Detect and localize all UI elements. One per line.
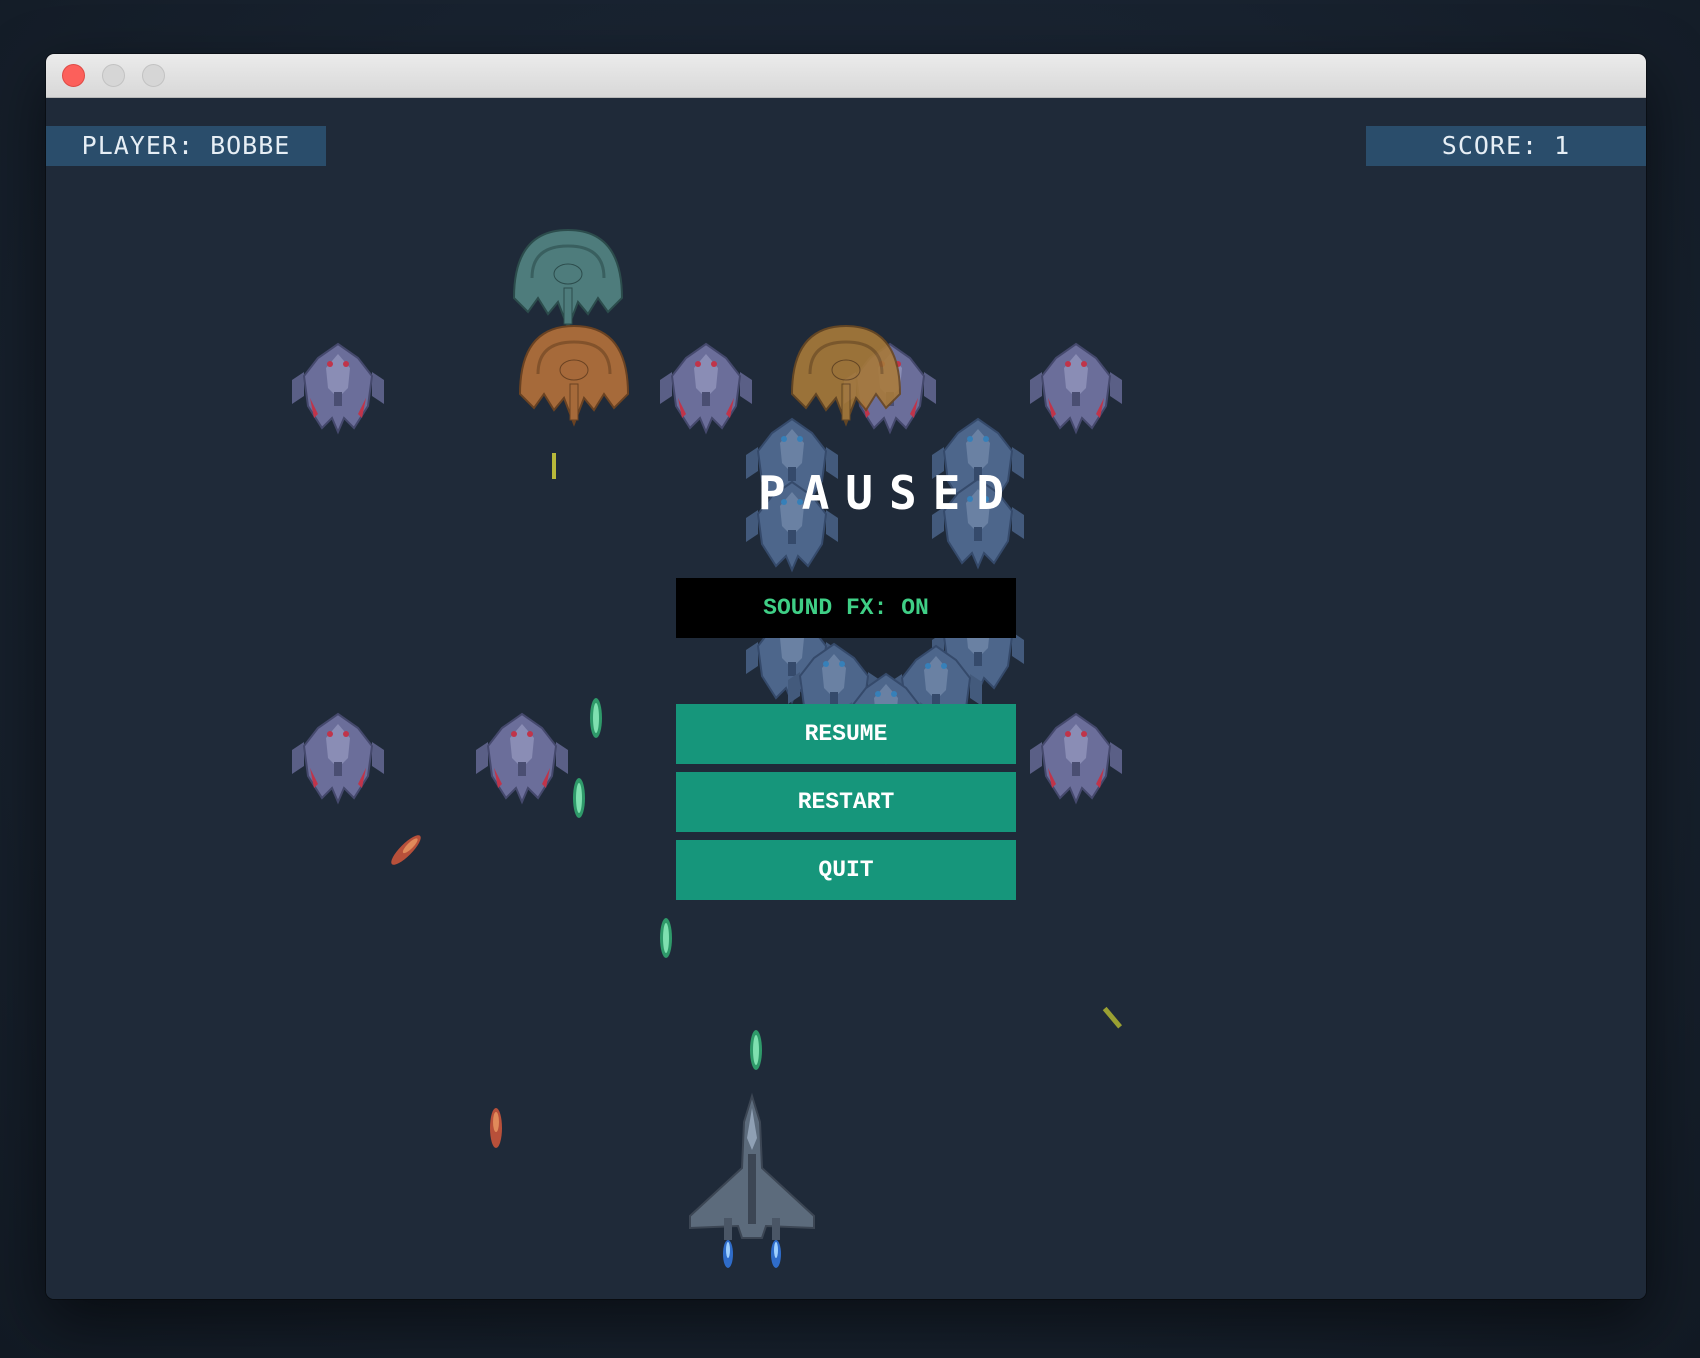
player-bullet-icon: [660, 918, 672, 958]
enemy-shot-icon: [1102, 1006, 1123, 1029]
sound-fx-toggle-button[interactable]: SOUND FX: ON: [676, 578, 1016, 638]
enemy-shot-icon: [552, 453, 556, 479]
enemy-dome-icon: [518, 324, 630, 426]
player-bullet-icon: [573, 778, 585, 818]
window-zoom-button[interactable]: [142, 64, 165, 87]
game-window: PLAYER: BOBBE SCORE: 1 PAUSED SOUND FX: …: [46, 54, 1646, 1299]
player-ship-icon: [689, 1092, 815, 1268]
enemy-missile-icon: [391, 835, 421, 865]
game-canvas[interactable]: PLAYER: BOBBE SCORE: 1 PAUSED SOUND FX: …: [46, 98, 1646, 1299]
enemy-fighter-icon: [659, 343, 753, 433]
player-bullet-icon: [590, 698, 602, 738]
window-minimize-button[interactable]: [102, 64, 125, 87]
enemy-fighter-icon: [1029, 713, 1123, 803]
window-titlebar: [46, 54, 1646, 98]
enemy-fighter-icon: [291, 343, 385, 433]
quit-button[interactable]: QUIT: [676, 840, 1016, 900]
enemy-dome-icon: [512, 228, 624, 330]
player-bullet-icon: [750, 1030, 762, 1070]
enemy-fighter-icon: [475, 713, 569, 803]
score-label: SCORE: 1: [1366, 126, 1646, 166]
enemy-missile-icon: [490, 1108, 502, 1148]
enemy-fighter-icon: [291, 713, 385, 803]
paused-title: PAUSED: [757, 466, 1021, 520]
game-sprites: [291, 228, 1123, 1268]
window-close-button[interactable]: [62, 64, 85, 87]
resume-button[interactable]: RESUME: [676, 704, 1016, 764]
enemy-fighter-icon: [1029, 343, 1123, 433]
restart-button[interactable]: RESTART: [676, 772, 1016, 832]
player-name-label: PLAYER: BOBBE: [46, 126, 326, 166]
